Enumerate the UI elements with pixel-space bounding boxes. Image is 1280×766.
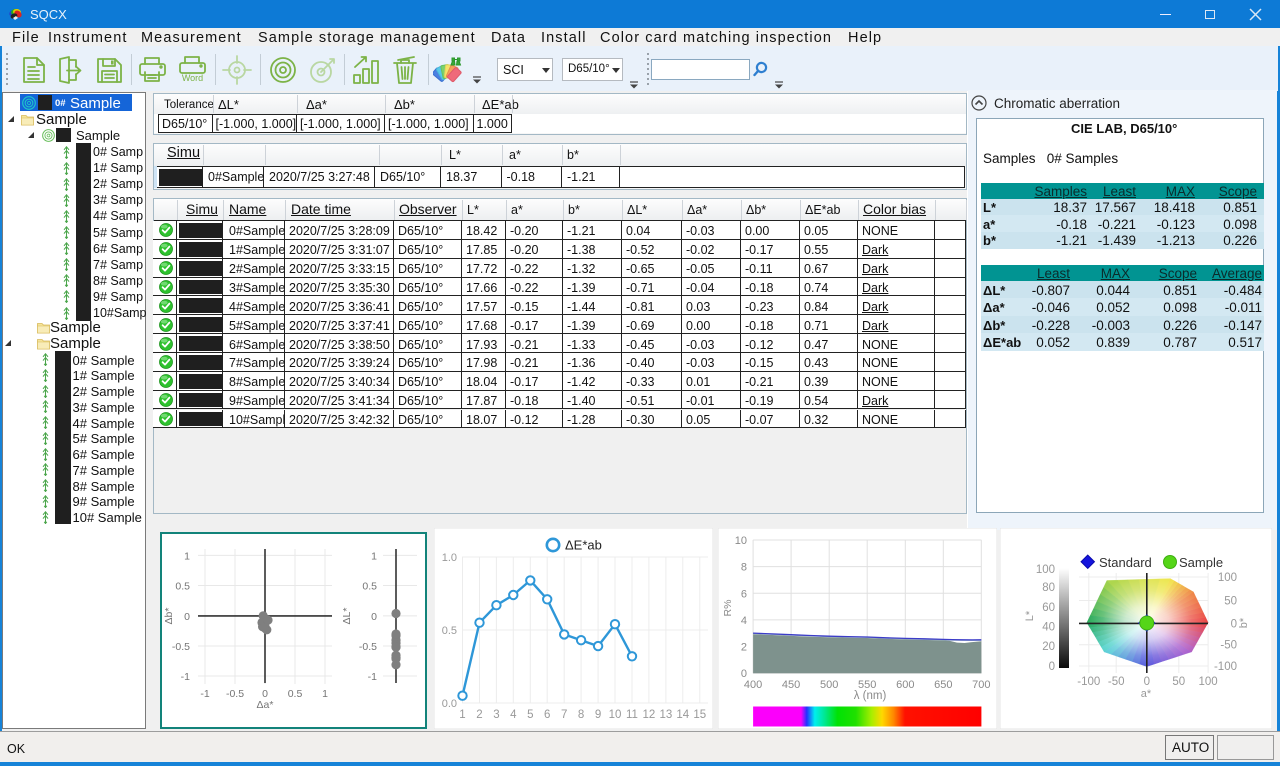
svg-text:100: 100 [1199, 676, 1218, 688]
svg-text:3: 3 [493, 709, 499, 721]
svg-text:100: 100 [1036, 564, 1055, 576]
svg-text:-1: -1 [368, 671, 377, 683]
svg-text:14: 14 [676, 709, 689, 721]
svg-text:2: 2 [476, 709, 482, 721]
svg-text:4: 4 [741, 615, 747, 627]
svg-text:20: 20 [1042, 641, 1055, 653]
svg-text:a*: a* [1141, 688, 1152, 700]
svg-text:10: 10 [735, 535, 747, 547]
svg-text:Sample: Sample [1179, 555, 1223, 570]
svg-text:80: 80 [1042, 582, 1055, 594]
svg-text:-50: -50 [1108, 676, 1125, 688]
svg-text:Δb*: Δb* [163, 608, 175, 625]
svg-text:-100: -100 [1214, 661, 1237, 673]
svg-text:b*: b* [1238, 617, 1250, 628]
svg-text:0: 0 [184, 611, 190, 623]
svg-text:0: 0 [371, 611, 377, 623]
svg-text:100: 100 [1218, 572, 1237, 584]
svg-text:500: 500 [820, 679, 838, 691]
svg-text:1.0: 1.0 [442, 552, 457, 564]
svg-text:L*: L* [1024, 610, 1036, 621]
svg-text:1: 1 [371, 550, 377, 562]
svg-text:8: 8 [741, 562, 747, 574]
svg-text:2: 2 [741, 642, 747, 654]
svg-text:600: 600 [896, 679, 914, 691]
svg-text:ΔL*: ΔL* [341, 608, 353, 625]
svg-text:11: 11 [626, 709, 638, 721]
svg-text:700: 700 [972, 679, 990, 691]
svg-text:650: 650 [934, 679, 952, 691]
svg-text:12: 12 [643, 709, 656, 721]
svg-text:7: 7 [561, 709, 567, 721]
svg-text:0.5: 0.5 [175, 581, 190, 593]
svg-text:450: 450 [782, 679, 800, 691]
svg-text:15: 15 [693, 709, 706, 721]
svg-text:-0.5: -0.5 [359, 641, 377, 653]
svg-text:0: 0 [1144, 676, 1150, 688]
svg-text:-0.5: -0.5 [172, 641, 190, 653]
svg-text:13: 13 [660, 709, 673, 721]
svg-text:60: 60 [1042, 602, 1055, 614]
svg-text:0.0: 0.0 [442, 698, 457, 710]
svg-text:-50: -50 [1220, 640, 1237, 652]
svg-text:R%: R% [722, 600, 734, 617]
svg-text:-100: -100 [1077, 676, 1100, 688]
svg-text:5: 5 [527, 709, 533, 721]
svg-text:1: 1 [459, 709, 465, 721]
svg-text:0.5: 0.5 [442, 625, 457, 637]
svg-text:8: 8 [578, 709, 584, 721]
svg-text:40: 40 [1042, 622, 1055, 634]
svg-text:Standard: Standard [1099, 555, 1152, 570]
svg-text:0: 0 [1049, 661, 1055, 673]
svg-text:50: 50 [1172, 676, 1185, 688]
svg-text:400: 400 [744, 679, 762, 691]
svg-text:6: 6 [741, 588, 747, 600]
svg-text:0.5: 0.5 [362, 581, 377, 593]
svg-text:Δa*: Δa* [257, 699, 274, 711]
svg-text:0.5: 0.5 [288, 688, 303, 700]
svg-text:10: 10 [609, 709, 622, 721]
svg-text:Word: Word [182, 73, 203, 83]
svg-text:50: 50 [1224, 596, 1237, 608]
svg-text:ΔE*ab: ΔE*ab [565, 538, 602, 553]
svg-text:1: 1 [322, 688, 328, 700]
svg-text:λ (nm): λ (nm) [854, 690, 887, 702]
svg-text:4: 4 [510, 709, 517, 721]
svg-text:-1: -1 [181, 671, 190, 683]
svg-text:-0.5: -0.5 [226, 688, 244, 700]
svg-text:-1: -1 [200, 688, 209, 700]
svg-text:6: 6 [544, 709, 550, 721]
svg-text:9: 9 [595, 709, 601, 721]
svg-text:1: 1 [184, 550, 190, 562]
svg-text:0: 0 [1231, 618, 1237, 630]
